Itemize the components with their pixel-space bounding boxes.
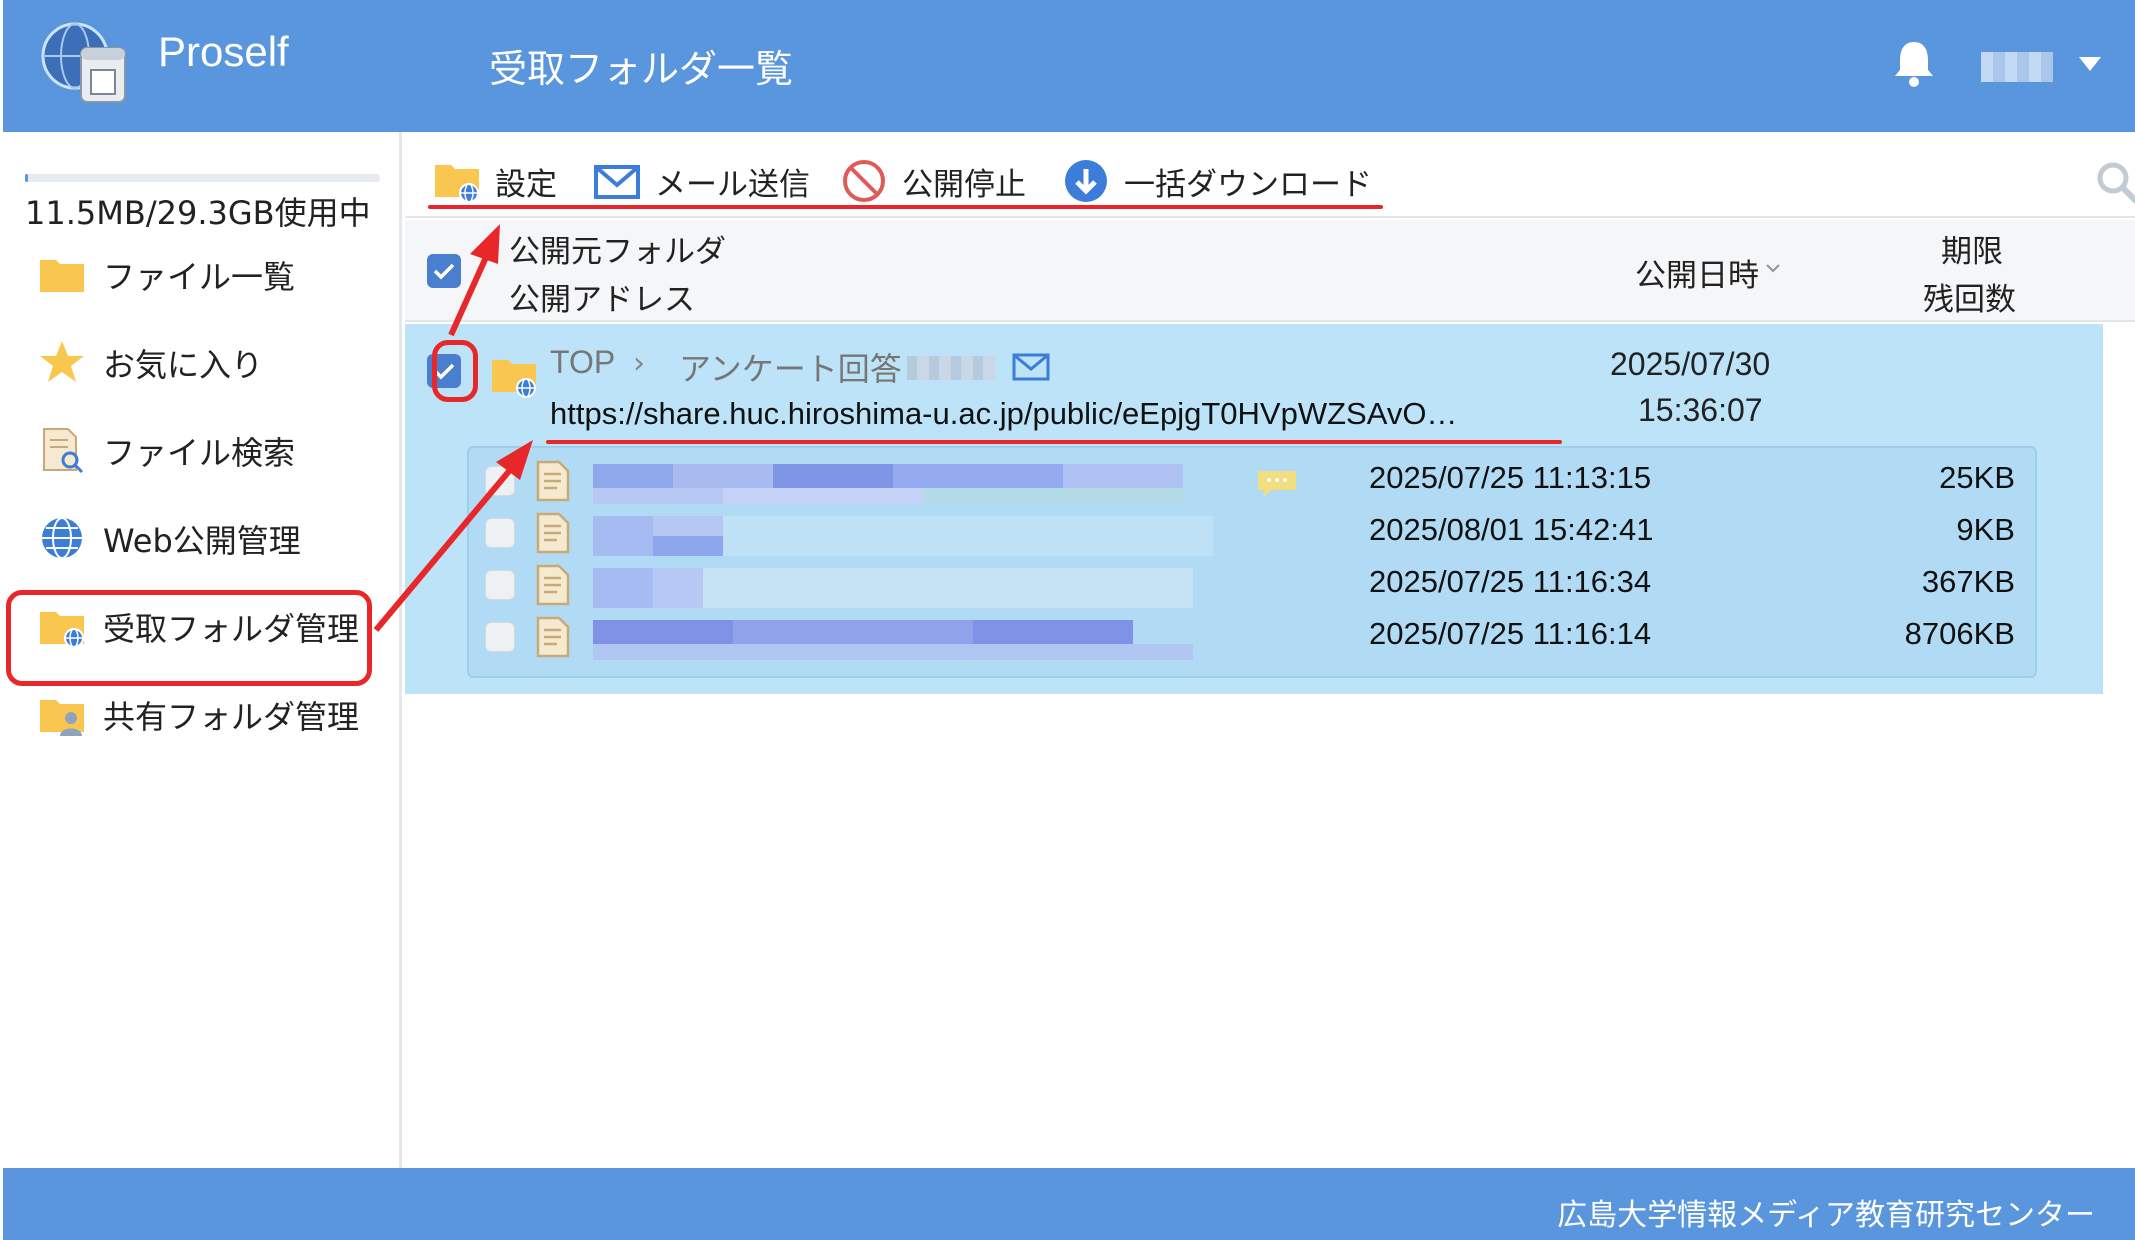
breadcrumb-root[interactable]: TOP [550, 344, 615, 381]
file-name-blurred [593, 620, 1193, 660]
file-date: 2025/07/25 11:13:15 [1369, 460, 1652, 495]
toolbar-highlight-underline [428, 205, 1383, 209]
quota-bar [25, 174, 380, 182]
file-size: 367KB [1921, 564, 2015, 599]
column-header-public-address: 公開アドレス [509, 282, 695, 318]
comment-icon[interactable] [1255, 468, 1299, 500]
folder-icon [40, 260, 84, 292]
document-icon [536, 512, 570, 554]
bulk-download-button[interactable]: 一括ダウンロード [1062, 156, 1372, 206]
quota-text: 11.5MB/29.3GB使用中 [25, 194, 371, 232]
sort-chevron-icon[interactable] [1763, 260, 1783, 276]
table-row[interactable]: TOP › アンケート回答 https://share.huc.hiroshim… [405, 324, 2103, 694]
shared-folder-icon [40, 700, 84, 736]
sidebar-item-file-list[interactable]: ファイル一覧 [8, 230, 372, 318]
prohibited-icon [843, 160, 885, 202]
sidebar-item-label: ファイル一覧 [103, 258, 296, 296]
file-checkbox[interactable] [485, 622, 515, 652]
file-checkbox[interactable] [485, 570, 515, 600]
check-icon [433, 263, 455, 280]
file-list: 2025/07/25 11:13:15 25KB 2025/08/01 15:4… [467, 446, 2037, 678]
page-title: 受取フォルダ一覧 [489, 47, 794, 91]
sidebar-item-label: Web公開管理 [103, 522, 301, 560]
search-icon[interactable] [2093, 158, 2135, 206]
file-checkbox[interactable] [485, 466, 515, 496]
column-header-expire: 期限 [1941, 234, 2003, 270]
breadcrumb-separator: › [633, 346, 645, 381]
document-icon [536, 564, 570, 606]
column-header-publish-date[interactable]: 公開日時 [1635, 250, 1759, 295]
star-icon [40, 341, 84, 382]
publish-date: 2025/07/30 [1610, 346, 1771, 382]
settings-button[interactable]: 設定 [433, 156, 557, 206]
app-header: Proself 受取フォルダ一覧 [3, 0, 2135, 132]
checkbox-highlight-box [432, 340, 478, 402]
footer-text: 広島大学情報メディア教育研究センター [1557, 1198, 2095, 1233]
breadcrumb-folder[interactable]: アンケート回答 [679, 344, 902, 390]
publish-time: 15:36:07 [1638, 392, 1763, 428]
file-date: 2025/07/25 11:16:14 [1369, 616, 1652, 651]
stop-publish-label: 公開停止 [902, 166, 1026, 203]
sidebar-item-label: 共有フォルダ管理 [103, 698, 360, 736]
file-date: 2025/07/25 11:16:34 [1369, 564, 1652, 599]
mail-icon [594, 165, 640, 199]
select-all-checkbox[interactable] [427, 254, 461, 288]
list-item[interactable]: 2025/07/25 11:13:15 25KB [469, 456, 2035, 508]
file-name-blurred [593, 516, 1213, 556]
folder-name-blurred [907, 356, 995, 380]
list-item[interactable]: 2025/07/25 11:16:34 367KB [469, 560, 2035, 612]
send-mail-button[interactable]: メール送信 [593, 156, 810, 206]
list-item[interactable]: 2025/07/25 11:16:14 8706KB [469, 612, 2035, 664]
send-mail-label: メール送信 [655, 166, 810, 203]
file-checkbox[interactable] [485, 518, 515, 548]
bulk-download-label: 一括ダウンロード [1124, 166, 1372, 203]
file-size: 9KB [1956, 512, 2015, 547]
globe-icon [42, 517, 82, 559]
footer: 広島大学情報メディア教育研究センター [3, 1168, 2135, 1240]
mail-icon[interactable] [1012, 352, 1050, 382]
list-header: 公開元フォルダ 公開アドレス 公開日時 期限 残回数 [405, 220, 2135, 322]
download-icon [1065, 160, 1107, 202]
file-search-icon [43, 428, 84, 474]
settings-label: 設定 [495, 166, 557, 203]
public-url[interactable]: https://share.huc.hiroshima-u.ac.jp/publ… [550, 396, 1457, 432]
column-header-remaining: 残回数 [1923, 282, 2016, 318]
receive-folder-icon [492, 360, 536, 398]
stop-publish-button[interactable]: 公開停止 [840, 156, 1026, 206]
chevron-down-icon[interactable] [2079, 57, 2101, 71]
list-item[interactable]: 2025/08/01 15:42:41 9KB [469, 508, 2035, 560]
folder-settings-icon [435, 165, 479, 203]
document-icon [536, 616, 570, 658]
proself-logo-icon[interactable] [35, 18, 145, 113]
file-date: 2025/08/01 15:42:41 [1369, 512, 1654, 547]
sidebar-item-file-search[interactable]: ファイル検索 [8, 406, 372, 494]
column-header-source-folder: 公開元フォルダ [509, 234, 726, 270]
url-highlight-underline [546, 440, 1562, 444]
sidebar-item-web-publish[interactable]: Web公開管理 [8, 494, 372, 582]
file-name-blurred [593, 464, 1183, 504]
sidebar-item-label: お気に入り [103, 346, 264, 384]
sidebar-item-favorites[interactable]: お気に入り [8, 318, 372, 406]
file-size: 8706KB [1904, 616, 2015, 651]
quota-fill [25, 174, 28, 182]
app-name: Proself [158, 28, 289, 75]
sidebar-item-label: ファイル検索 [103, 434, 296, 472]
bell-icon[interactable] [1891, 38, 1937, 88]
file-size: 25KB [1939, 460, 2015, 495]
sidebar-highlight-box [6, 590, 372, 686]
file-name-blurred [593, 568, 1193, 608]
user-name-blurred[interactable] [1981, 52, 2053, 82]
document-icon [536, 460, 570, 502]
